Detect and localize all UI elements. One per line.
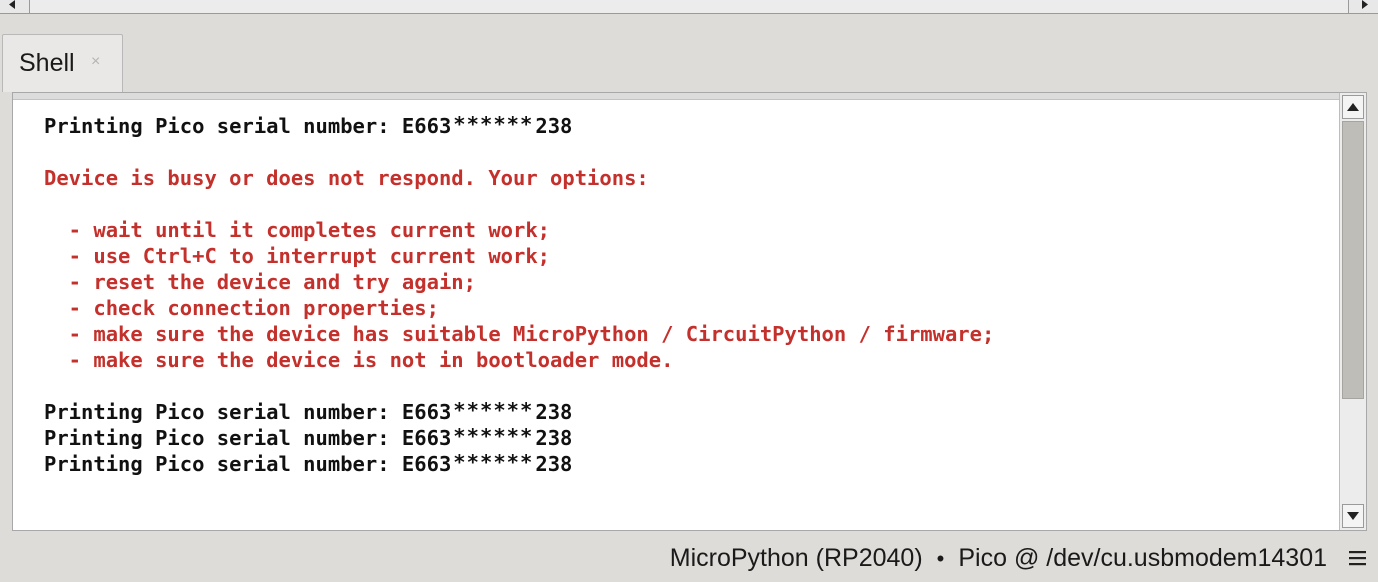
serial-suffix: 238 [535,452,573,476]
shell-error-line: - reset the device and try again; [44,270,476,294]
shell-blank-line [44,373,1339,399]
port-label[interactable]: Pico @ /dev/cu.usbmodem14301 [958,544,1327,572]
tab-shell-label: Shell [19,49,75,77]
hamburger-menu-icon[interactable] [1349,550,1366,566]
tab-shell[interactable]: Shell × [2,34,123,92]
shell-blank-line [44,139,1339,165]
shell-vertical-scrollbar[interactable] [1339,93,1366,530]
triangle-left-icon [9,0,15,9]
shell-error-line: - make sure the device has suitable Micr… [44,322,995,346]
status-text[interactable]: MicroPython (RP2040) • Pico @ /dev/cu.usbm… [670,544,1327,573]
triangle-up-icon [1347,103,1359,111]
scroll-left-button[interactable] [0,0,30,13]
shell-output-line: Printing Pico serial number: E663******2… [44,398,1339,425]
shell-output[interactable]: Printing Pico serial number: E663******2… [13,100,1339,530]
shell-output-line: Printing Pico serial number: E663******2… [44,112,1339,139]
shell-output-line: Printing Pico serial number: E663******2… [44,450,1339,477]
shell-error-line: - wait until it completes current work; [44,218,551,242]
scroll-right-button[interactable] [1348,0,1378,13]
serial-redaction: ****** [451,112,536,136]
triangle-down-icon [1347,512,1359,520]
shell-error-line: - check connection properties; [44,296,439,320]
interpreter-label[interactable]: MicroPython (RP2040) [670,544,923,572]
serial-prefix: Printing Pico serial number: E663 [44,400,452,424]
serial-prefix: Printing Pico serial number: E663 [44,452,452,476]
scroll-thumb[interactable] [1342,121,1364,399]
serial-redaction: ****** [451,450,536,474]
serial-suffix: 238 [535,426,573,450]
status-separator: • [936,546,945,571]
shell-blank-line [44,191,1339,217]
status-bar: MicroPython (RP2040) • Pico @ /dev/cu.usbm… [0,531,1378,582]
serial-suffix: 238 [535,400,573,424]
scroll-up-button[interactable] [1342,95,1364,119]
editor-horizontal-scrollbar[interactable] [0,0,1378,14]
shell-error-line: - make sure the device is not in bootloa… [44,348,674,372]
shell-top-border [13,93,1339,100]
serial-prefix: Printing Pico serial number: E663 [44,114,452,138]
serial-suffix: 238 [535,114,573,138]
triangle-right-icon [1362,0,1368,9]
shell-panel: Printing Pico serial number: E663******2… [12,92,1367,531]
serial-redaction: ****** [451,398,536,422]
shell-error-line: Device is busy or does not respond. Your… [44,166,649,190]
close-icon[interactable]: × [91,53,100,71]
serial-redaction: ****** [451,424,536,448]
tab-bar: Shell × [0,14,1378,92]
serial-prefix: Printing Pico serial number: E663 [44,426,452,450]
shell-error-line: - use Ctrl+C to interrupt current work; [44,244,551,268]
scroll-down-button[interactable] [1342,504,1364,528]
shell-output-line: Printing Pico serial number: E663******2… [44,424,1339,451]
